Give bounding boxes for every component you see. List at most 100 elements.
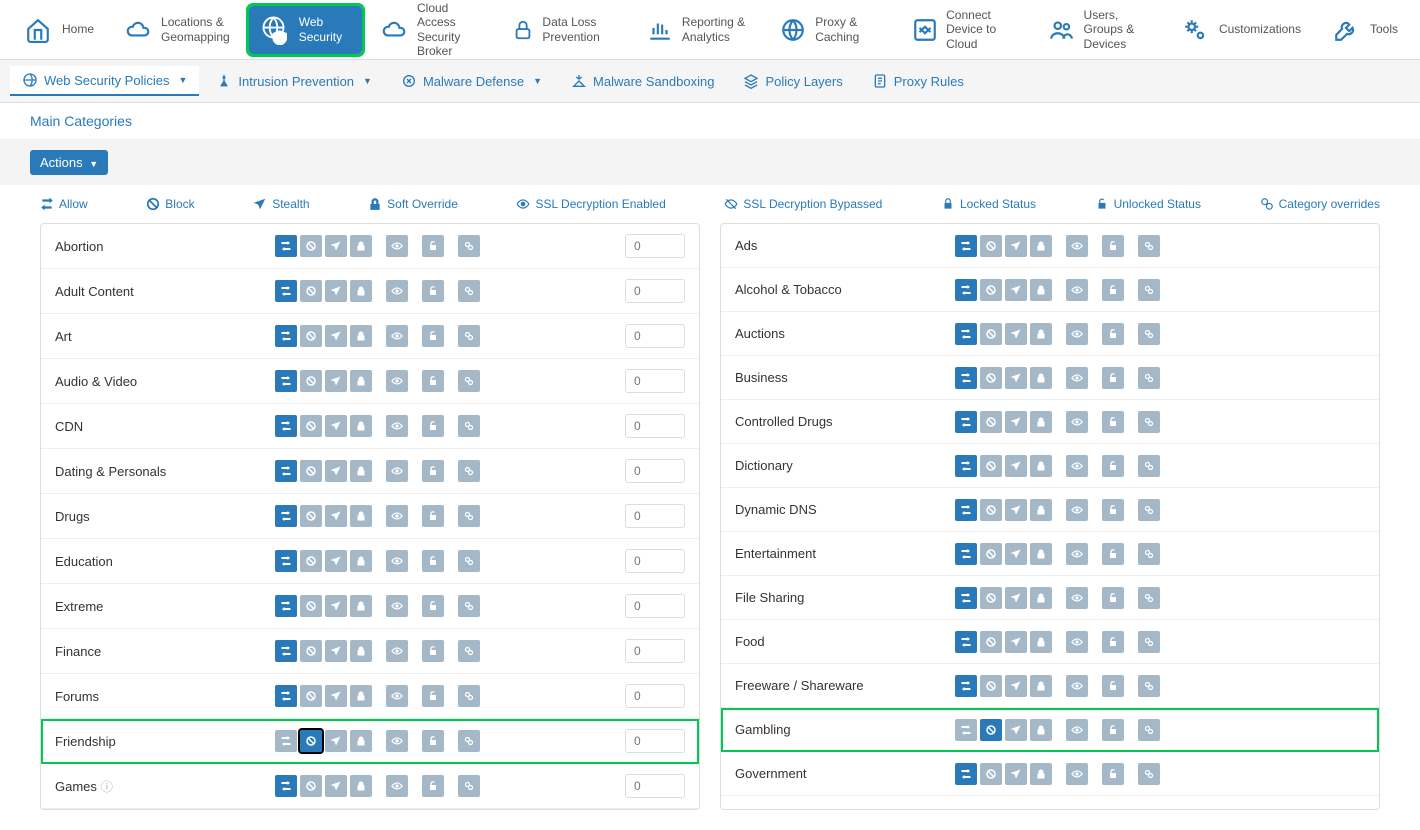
allow-button[interactable] [275, 325, 297, 347]
subnav-malware-sandboxing[interactable]: Malware Sandboxing [559, 67, 726, 95]
stealth-button[interactable] [1005, 719, 1027, 741]
soft-button[interactable] [350, 775, 372, 797]
soft-button[interactable] [350, 280, 372, 302]
lock-button[interactable] [422, 730, 444, 752]
stealth-button[interactable] [1005, 543, 1027, 565]
ssl-button[interactable] [1066, 367, 1088, 389]
override-button[interactable] [1138, 411, 1160, 433]
count-input[interactable] [625, 279, 685, 303]
ssl-button[interactable] [386, 370, 408, 392]
block-button[interactable] [300, 685, 322, 707]
ssl-button[interactable] [1066, 675, 1088, 697]
stealth-button[interactable] [1005, 367, 1027, 389]
allow-button[interactable] [275, 640, 297, 662]
allow-button[interactable] [955, 763, 977, 785]
count-input[interactable] [625, 774, 685, 798]
lock-button[interactable] [1102, 235, 1124, 257]
lock-button[interactable] [422, 595, 444, 617]
lock-button[interactable] [1102, 499, 1124, 521]
block-button[interactable] [300, 415, 322, 437]
block-button[interactable] [980, 719, 1002, 741]
block-button[interactable] [980, 235, 1002, 257]
soft-button[interactable] [1030, 323, 1052, 345]
count-input[interactable] [625, 414, 685, 438]
stealth-button[interactable] [1005, 455, 1027, 477]
stealth-button[interactable] [1005, 499, 1027, 521]
lock-button[interactable] [422, 505, 444, 527]
stealth-button[interactable] [1005, 631, 1027, 653]
stealth-button[interactable] [1005, 763, 1027, 785]
ssl-button[interactable] [1066, 235, 1088, 257]
override-button[interactable] [1138, 763, 1160, 785]
ssl-button[interactable] [386, 505, 408, 527]
ssl-button[interactable] [1066, 279, 1088, 301]
allow-button[interactable] [275, 235, 297, 257]
stealth-button[interactable] [325, 775, 347, 797]
ssl-button[interactable] [1066, 587, 1088, 609]
allow-button[interactable] [275, 460, 297, 482]
allow-button[interactable] [955, 279, 977, 301]
soft-button[interactable] [350, 325, 372, 347]
count-input[interactable] [625, 729, 685, 753]
soft-button[interactable] [1030, 411, 1052, 433]
block-button[interactable] [300, 640, 322, 662]
block-button[interactable] [980, 631, 1002, 653]
lock-button[interactable] [422, 415, 444, 437]
count-input[interactable] [625, 549, 685, 573]
ssl-button[interactable] [386, 775, 408, 797]
lock-button[interactable] [1102, 411, 1124, 433]
nav-web-security[interactable]: Web Security [249, 6, 362, 54]
stealth-button[interactable] [1005, 279, 1027, 301]
nav-home[interactable]: Home [10, 6, 106, 54]
actions-button[interactable]: Actions ▼ [30, 150, 108, 175]
block-button[interactable] [300, 370, 322, 392]
nav-tools[interactable]: Tools [1318, 6, 1410, 54]
count-input[interactable] [625, 369, 685, 393]
block-button[interactable] [300, 550, 322, 572]
lock-button[interactable] [422, 280, 444, 302]
override-button[interactable] [1138, 499, 1160, 521]
block-button[interactable] [980, 411, 1002, 433]
soft-button[interactable] [1030, 631, 1052, 653]
soft-button[interactable] [350, 730, 372, 752]
subnav-proxy-rules[interactable]: Proxy Rules [860, 67, 976, 95]
lock-button[interactable] [1102, 587, 1124, 609]
allow-button[interactable] [275, 685, 297, 707]
allow-button[interactable] [275, 370, 297, 392]
soft-button[interactable] [350, 415, 372, 437]
override-button[interactable] [458, 325, 480, 347]
block-button[interactable] [980, 543, 1002, 565]
stealth-button[interactable] [325, 280, 347, 302]
override-button[interactable] [1138, 235, 1160, 257]
override-button[interactable] [1138, 719, 1160, 741]
allow-button[interactable] [275, 595, 297, 617]
allow-button[interactable] [955, 543, 977, 565]
allow-button[interactable] [275, 415, 297, 437]
nav-connect-device-to-cloud[interactable]: Connect Device to Cloud [900, 0, 1028, 59]
allow-button[interactable] [275, 505, 297, 527]
lock-button[interactable] [1102, 367, 1124, 389]
nav-reporting-analytics[interactable]: Reporting & Analytics [634, 6, 762, 54]
ssl-button[interactable] [386, 640, 408, 662]
subnav-intrusion-prevention[interactable]: Intrusion Prevention▼ [204, 67, 384, 95]
count-input[interactable] [625, 639, 685, 663]
stealth-button[interactable] [1005, 323, 1027, 345]
lock-button[interactable] [1102, 631, 1124, 653]
soft-button[interactable] [350, 550, 372, 572]
ssl-button[interactable] [1066, 499, 1088, 521]
block-button[interactable] [980, 455, 1002, 477]
soft-button[interactable] [1030, 763, 1052, 785]
lock-button[interactable] [422, 370, 444, 392]
stealth-button[interactable] [325, 685, 347, 707]
nav-customizations[interactable]: Customizations [1167, 6, 1313, 54]
lock-button[interactable] [422, 640, 444, 662]
allow-button[interactable] [955, 631, 977, 653]
block-button[interactable] [980, 499, 1002, 521]
soft-button[interactable] [1030, 675, 1052, 697]
lock-button[interactable] [1102, 323, 1124, 345]
stealth-button[interactable] [325, 595, 347, 617]
override-button[interactable] [1138, 587, 1160, 609]
soft-button[interactable] [1030, 455, 1052, 477]
override-button[interactable] [458, 235, 480, 257]
allow-button[interactable] [275, 775, 297, 797]
